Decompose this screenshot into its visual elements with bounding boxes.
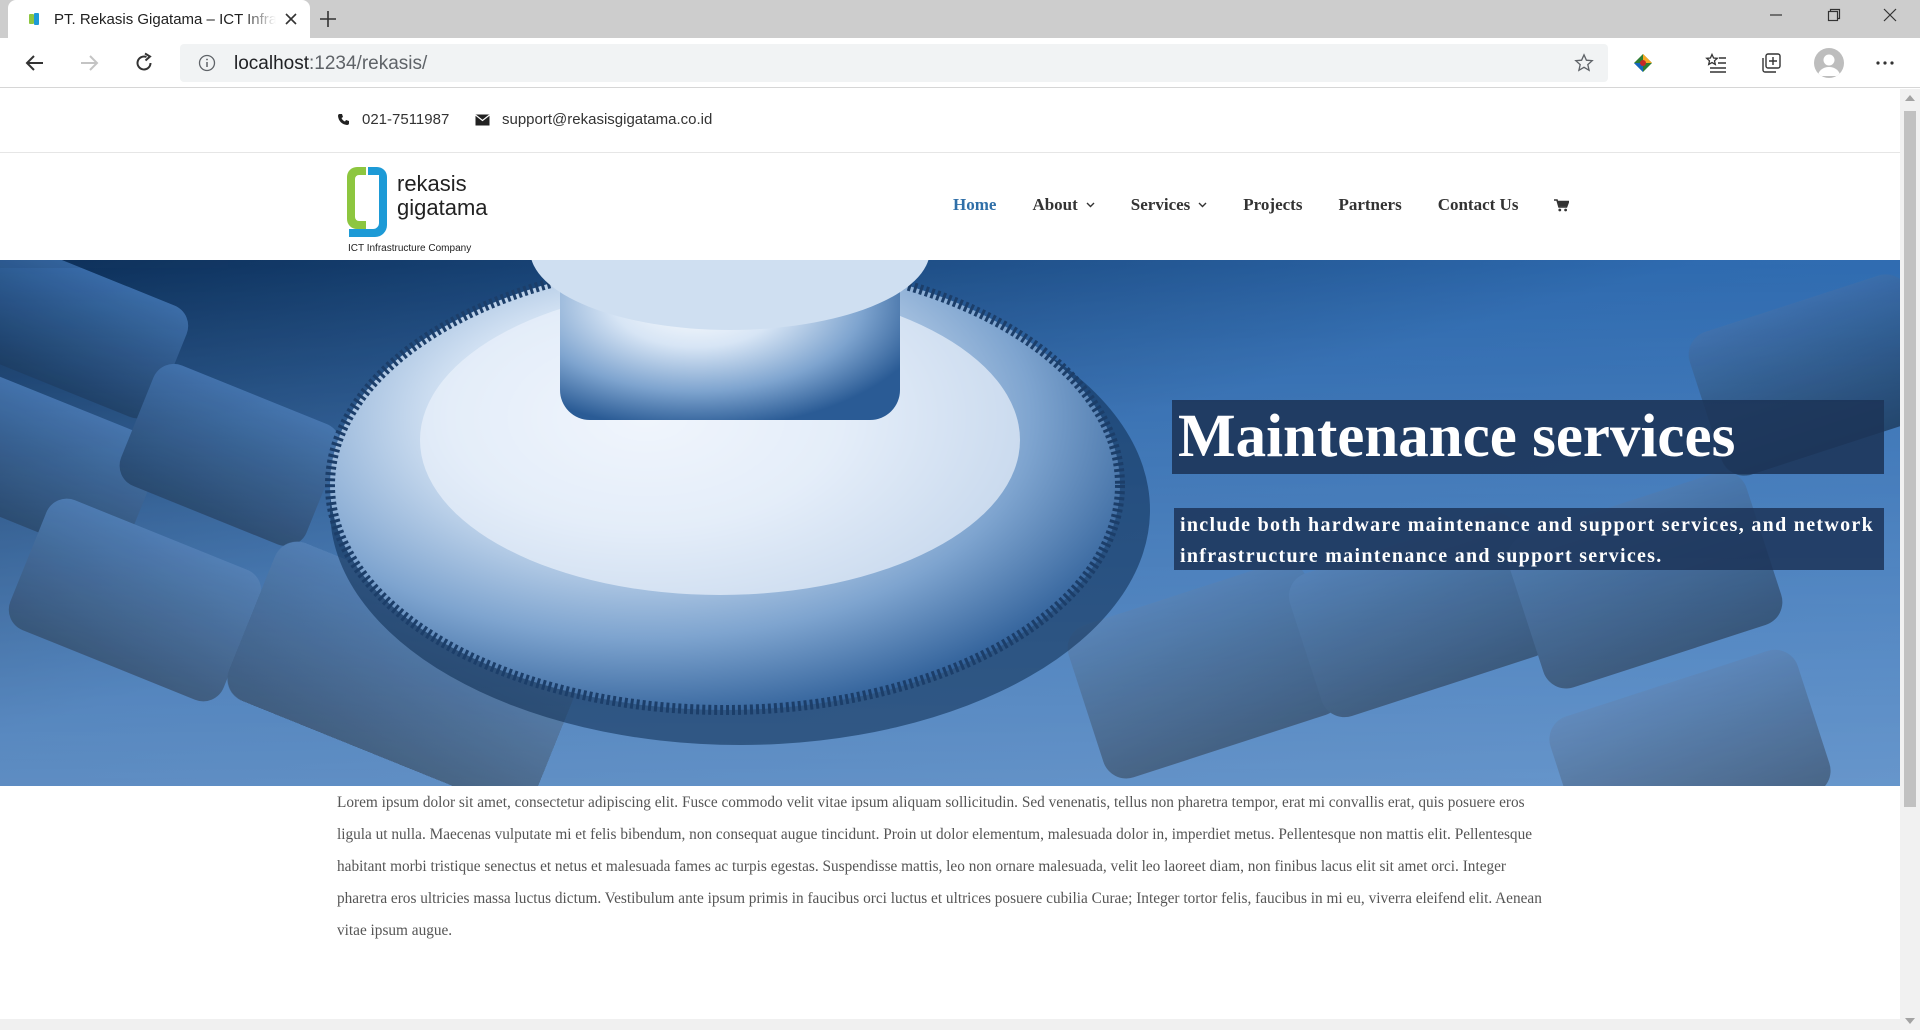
nav-partners[interactable]: Partners xyxy=(1338,195,1401,215)
hero-title: Maintenance services xyxy=(1178,403,1736,470)
more-menu-icon xyxy=(1876,61,1894,65)
browser-tab-bar: PT. Rekasis Gigatama – ICT Infrastructur… xyxy=(0,0,1920,38)
collections-button[interactable] xyxy=(1758,50,1784,76)
scroll-down-arrow-icon[interactable] xyxy=(1905,1018,1915,1024)
url-text: localhost:1234/rekasis/ xyxy=(234,53,427,75)
close-window-icon xyxy=(1883,8,1897,22)
logo-mark xyxy=(347,167,387,237)
profile-avatar[interactable] xyxy=(1814,48,1844,78)
nav-about-label: About xyxy=(1032,195,1078,214)
nav-services[interactable]: Services xyxy=(1131,195,1207,215)
nav-contact-us[interactable]: Contact Us xyxy=(1438,195,1519,215)
scroll-up-arrow-icon[interactable] xyxy=(1905,95,1915,101)
nav-contact-us-label: Contact Us xyxy=(1437,195,1519,214)
chevron-down-icon xyxy=(1198,202,1207,208)
page-scrollbar[interactable] xyxy=(1900,89,1920,1030)
page-viewport: 021-7511987 support@rekasisgigatama.co.i… xyxy=(0,89,1900,1030)
phone-contact: 021-7511987 xyxy=(337,111,449,128)
site-favicon-icon xyxy=(29,13,39,25)
url-field[interactable]: localhost:1234/rekasis/ xyxy=(180,44,1608,82)
url-path: :1234/rekasis/ xyxy=(309,53,428,74)
site-logo[interactable]: rekasis gigatama ICT Infrastructure Comp… xyxy=(344,161,494,255)
hero-subtitle-box: include both hardware maintenance and su… xyxy=(1174,508,1884,570)
extension-icon xyxy=(1634,54,1652,72)
cart-icon xyxy=(1554,198,1570,211)
scroll-thumb[interactable] xyxy=(1904,111,1916,807)
nav-home-label: Home xyxy=(953,195,997,214)
back-button[interactable] xyxy=(22,50,48,76)
hero-slider: Maintenance services include both hardwa… xyxy=(0,260,1900,786)
minimize-icon xyxy=(1770,14,1782,16)
hero-progress-bar xyxy=(0,260,228,268)
footer-strip xyxy=(0,1019,1900,1030)
favorites-icon xyxy=(1705,52,1726,73)
nav-about[interactable]: About xyxy=(1032,195,1095,215)
minimize-button[interactable] xyxy=(1748,0,1804,30)
logo-tagline: ICT Infrastructure Company xyxy=(348,243,471,254)
close-tab-icon[interactable] xyxy=(282,10,300,28)
address-bar: localhost:1234/rekasis/ xyxy=(0,38,1920,88)
favorites-button[interactable] xyxy=(1703,50,1729,76)
extension-button[interactable] xyxy=(1630,50,1656,76)
nav-projects[interactable]: Projects xyxy=(1243,195,1302,215)
nav-home[interactable]: Home xyxy=(953,195,996,215)
site-header: rekasis gigatama ICT Infrastructure Comp… xyxy=(0,153,1900,260)
forward-arrow-icon xyxy=(81,55,99,71)
hero-title-box: Maintenance services xyxy=(1172,400,1884,474)
phone-icon xyxy=(338,114,349,125)
tab-title: PT. Rekasis Gigatama – ICT Infrastructur… xyxy=(54,10,276,28)
info-icon[interactable] xyxy=(198,54,216,72)
close-window-button[interactable] xyxy=(1862,0,1918,30)
profile-avatar-icon xyxy=(1818,54,1840,76)
url-host: localhost xyxy=(234,53,309,74)
envelope-icon xyxy=(475,114,490,125)
nav-projects-label: Projects xyxy=(1243,195,1303,214)
nav-partners-label: Partners xyxy=(1338,195,1402,214)
email-address[interactable]: support@rekasisgigatama.co.id xyxy=(502,111,712,128)
back-arrow-icon xyxy=(25,55,43,71)
content-paragraph: Lorem ipsum dolor sit amet, consectetur … xyxy=(337,794,1542,939)
browser-tab[interactable]: PT. Rekasis Gigatama – ICT Infrastructur… xyxy=(8,0,310,38)
phone-number: 021-7511987 xyxy=(362,111,450,128)
collections-icon xyxy=(1762,53,1781,73)
more-menu-button[interactable] xyxy=(1872,50,1898,76)
new-tab-icon[interactable] xyxy=(316,7,340,31)
reload-button[interactable] xyxy=(131,50,157,76)
forward-button[interactable] xyxy=(76,50,102,76)
restore-button[interactable] xyxy=(1806,0,1862,30)
email-contact[interactable]: support@rekasisgigatama.co.id xyxy=(475,111,712,128)
nav-services-label: Services xyxy=(1130,195,1191,214)
logo-line2: gigatama xyxy=(397,195,488,220)
reload-icon xyxy=(136,52,152,71)
star-icon[interactable] xyxy=(1574,53,1594,73)
logo-line1: rekasis xyxy=(397,171,467,196)
restore-icon xyxy=(1827,8,1841,22)
contact-topbar: 021-7511987 support@rekasisgigatama.co.i… xyxy=(0,89,1900,153)
main-nav: Home About Services Projects Partners Co… xyxy=(953,195,1570,215)
hero-subtitle: include both hardware maintenance and su… xyxy=(1180,514,1874,567)
chevron-down-icon xyxy=(1086,202,1095,208)
nav-cart[interactable] xyxy=(1554,198,1570,212)
